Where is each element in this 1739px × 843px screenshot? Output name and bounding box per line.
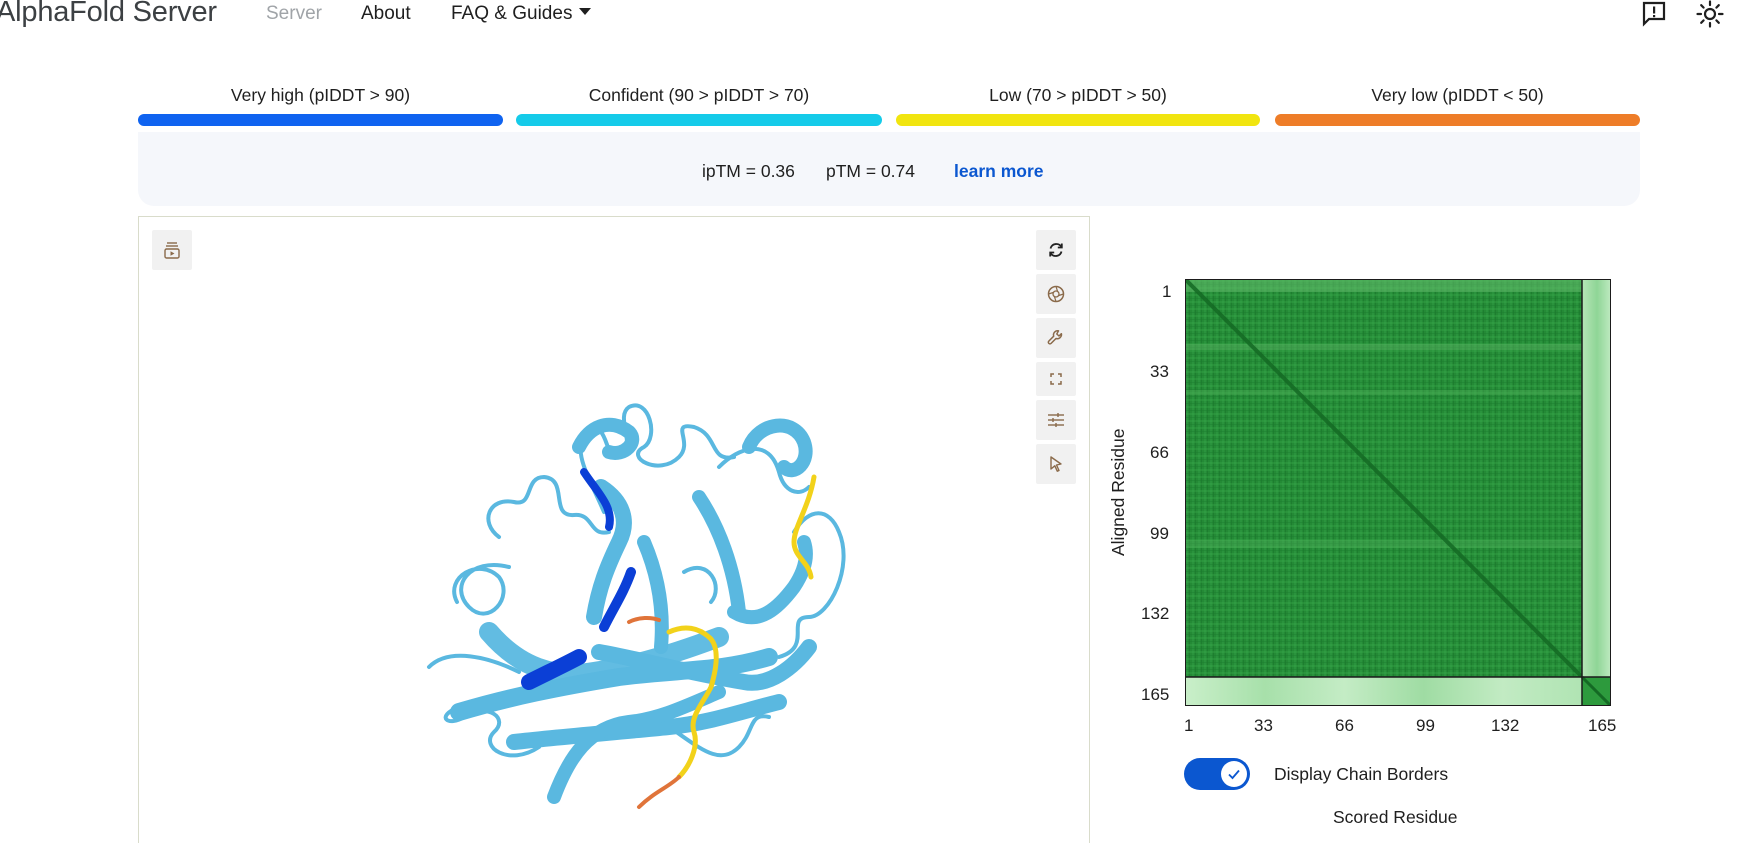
ptm-score: pTM = 0.74	[826, 161, 916, 181]
legend-very-low: Very low (pIDDT < 50)	[1275, 84, 1640, 128]
pae-y-axis-label: Aligned Residue	[1108, 428, 1128, 556]
legend-bar	[516, 114, 882, 126]
pae-heatmap-graphic	[1186, 280, 1610, 705]
y-tick: 66	[1150, 443, 1169, 462]
animation-button[interactable]	[152, 230, 192, 270]
x-tick: 66	[1335, 716, 1354, 735]
y-tick: 132	[1141, 604, 1170, 623]
score-summary-panel: ipTM = 0.36 pTM = 0.74 learn more	[138, 132, 1640, 206]
nav-faq-label: FAQ & Guides	[451, 3, 573, 24]
check-icon	[1228, 769, 1240, 780]
chevron-down-icon	[579, 8, 592, 16]
top-app-bar: AlphaFold Server Server About FAQ & Guid…	[0, 0, 1739, 40]
y-tick: 165	[1141, 685, 1170, 704]
select-mode-button[interactable]	[1036, 444, 1076, 484]
legend-label: Very high (pIDDT > 90)	[230, 85, 411, 105]
y-tick: 1	[1162, 282, 1172, 301]
legend-bar	[1275, 114, 1640, 126]
toggle-knob	[1221, 761, 1247, 787]
animation-icon	[164, 242, 180, 259]
fullscreen-icon	[1050, 373, 1062, 385]
legend-bar	[896, 114, 1260, 126]
display-settings-button[interactable]	[1036, 400, 1076, 440]
protein-structure-cartoon[interactable]	[339, 327, 899, 817]
wrench-icon	[1047, 330, 1063, 345]
brightness-icon[interactable]	[1696, 0, 1724, 28]
x-tick: 99	[1416, 716, 1435, 735]
nav-about-link[interactable]: About	[361, 3, 411, 25]
settings-sliders-icon	[1048, 413, 1064, 427]
structure-viewer[interactable]	[138, 216, 1090, 843]
fullscreen-button[interactable]	[1036, 362, 1076, 396]
settings-wrench-button[interactable]	[1036, 318, 1076, 358]
y-tick: 33	[1150, 362, 1169, 381]
brand-title[interactable]: AlphaFold Server	[0, 0, 217, 29]
nav-faq-dropdown[interactable]: FAQ & Guides	[451, 3, 592, 25]
x-tick: 132	[1491, 716, 1520, 735]
legend-label: Very low (pIDDT < 50)	[1371, 85, 1544, 105]
legend-label: Low (70 > pIDDT > 50)	[989, 85, 1167, 105]
spin-icon	[1049, 243, 1063, 257]
display-chain-borders-label: Display Chain Borders	[1274, 764, 1449, 784]
legend-label: Confident (90 > pIDDT > 70)	[588, 85, 810, 105]
feedback-icon[interactable]	[1640, 0, 1668, 28]
y-tick: 99	[1150, 524, 1169, 543]
spin-button[interactable]	[1036, 230, 1076, 270]
x-tick: 1	[1184, 716, 1194, 735]
pae-x-axis-label: Scored Residue	[1333, 807, 1458, 827]
legend-bar	[138, 114, 503, 126]
legend-low: Low (70 > pIDDT > 50)	[896, 84, 1260, 128]
display-chain-borders-toggle[interactable]	[1184, 758, 1250, 790]
pae-heatmap[interactable]	[1185, 279, 1611, 706]
screenshot-button[interactable]	[1036, 274, 1076, 314]
legend-confident: Confident (90 > pIDDT > 70)	[516, 84, 882, 128]
cursor-icon	[1050, 456, 1062, 472]
legend-very-high: Very high (pIDDT > 90)	[138, 84, 503, 128]
learn-more-link[interactable]: learn more	[954, 161, 1043, 182]
x-tick: 165	[1588, 716, 1617, 735]
nav-server-link[interactable]: Server	[266, 3, 322, 25]
screenshot-icon	[1047, 285, 1065, 303]
iptm-score: ipTM = 0.36	[702, 161, 795, 181]
x-tick: 33	[1254, 716, 1273, 735]
